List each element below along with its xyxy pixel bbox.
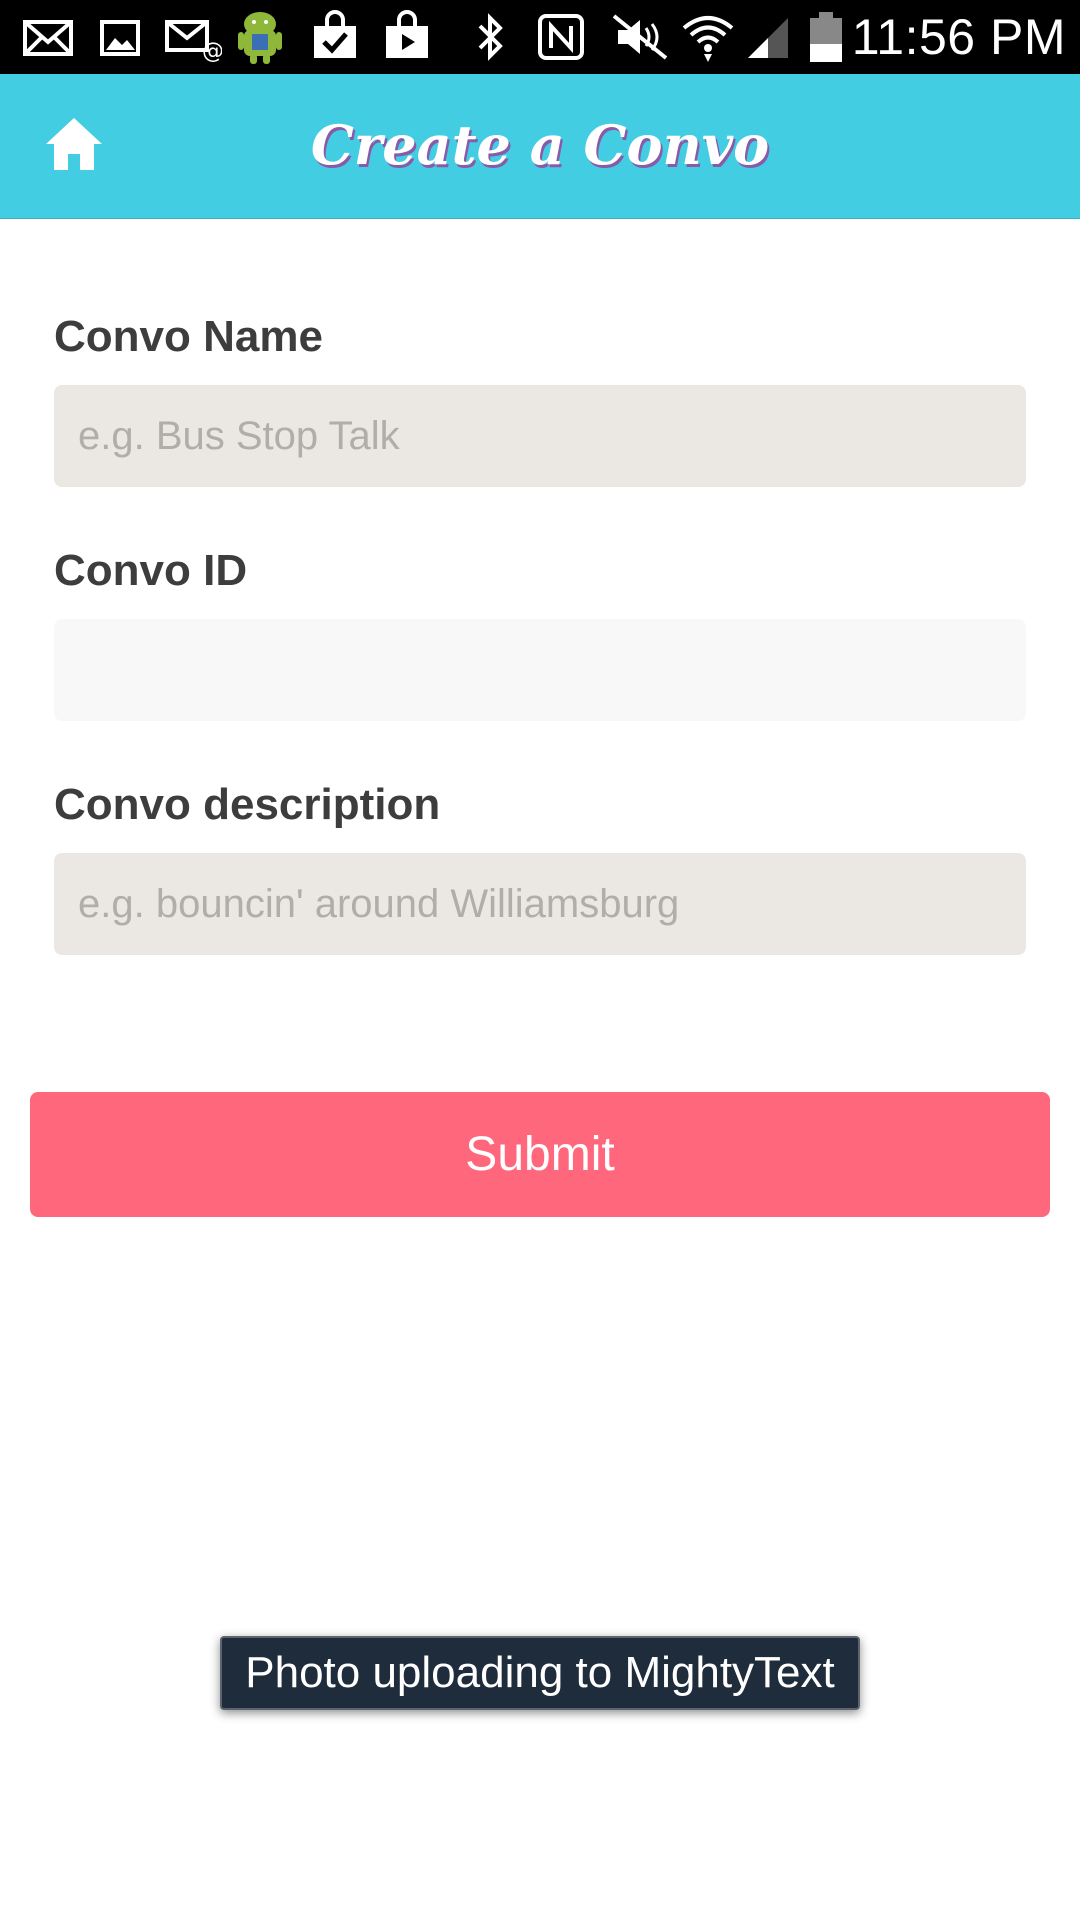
image-icon bbox=[98, 10, 142, 64]
android-icon bbox=[234, 10, 286, 64]
mute-icon bbox=[610, 10, 670, 64]
mail-icon bbox=[22, 10, 74, 64]
wifi-icon bbox=[680, 10, 736, 64]
nfc-icon bbox=[536, 10, 586, 64]
page-title: Create a Convo bbox=[310, 113, 770, 177]
bluetooth-icon bbox=[470, 10, 510, 64]
shopping-bag-check-icon bbox=[310, 10, 360, 64]
convo-name-input[interactable] bbox=[54, 385, 1026, 487]
signal-icon bbox=[744, 10, 792, 64]
toast-notification: Photo uploading to MightyText bbox=[220, 1636, 860, 1710]
email-at-icon: @ bbox=[164, 10, 222, 64]
play-store-icon bbox=[382, 10, 432, 64]
status-bar: @ 11:56 PM bbox=[0, 0, 1080, 74]
app-header: Create a Convo bbox=[0, 74, 1080, 219]
submit-button[interactable]: Submit bbox=[30, 1092, 1050, 1217]
status-time: 11:56 PM bbox=[851, 9, 1066, 65]
convo-id-label: Convo ID bbox=[54, 546, 248, 595]
convo-id-input[interactable] bbox=[54, 619, 1026, 721]
svg-text:@: @ bbox=[202, 39, 222, 64]
battery-icon bbox=[806, 10, 846, 64]
convo-description-input[interactable] bbox=[54, 853, 1026, 955]
convo-name-label: Convo Name bbox=[54, 312, 323, 361]
convo-description-label: Convo description bbox=[54, 780, 441, 829]
